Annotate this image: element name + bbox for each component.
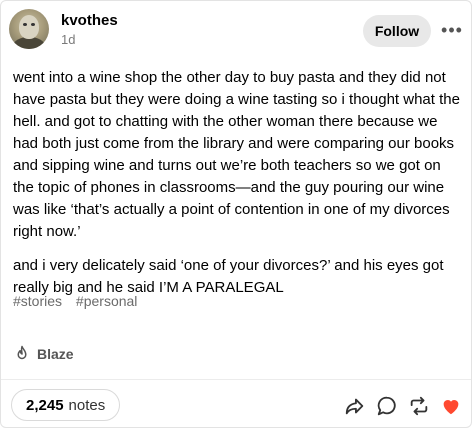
- avatar-eye-left: [23, 23, 27, 26]
- follow-button[interactable]: Follow: [363, 15, 431, 47]
- post-card: kvothes 1d Follow ••• went into a wine s…: [0, 0, 472, 428]
- avatar-face-shape: [19, 15, 39, 39]
- post-header: kvothes 1d Follow •••: [1, 1, 471, 59]
- reblog-icon-glyph: [410, 396, 428, 416]
- like-icon[interactable]: [439, 394, 463, 418]
- tag-link[interactable]: #personal: [76, 293, 138, 309]
- tag-link[interactable]: #stories: [13, 293, 62, 309]
- reply-icon[interactable]: [375, 394, 399, 418]
- avatar-eye-right: [31, 23, 35, 26]
- post-paragraph: went into a wine shop the other day to b…: [13, 69, 460, 240]
- flame-icon: [17, 345, 27, 360]
- share-icon[interactable]: [343, 394, 367, 418]
- like-icon-glyph: [443, 400, 459, 415]
- avatar[interactable]: [9, 9, 49, 49]
- notes-button[interactable]: 2,245 notes: [11, 389, 121, 421]
- reblog-icon[interactable]: [407, 394, 431, 418]
- notes-count: 2,245: [26, 396, 64, 414]
- share-icon-glyph: [345, 398, 364, 415]
- post-footer: 2,245 notes: [1, 379, 471, 430]
- reply-icon-glyph: [377, 396, 396, 416]
- notes-label: notes: [68, 396, 106, 414]
- blaze-label: Blaze: [37, 346, 74, 362]
- timestamp[interactable]: 1d: [61, 32, 75, 47]
- username[interactable]: kvothes: [61, 12, 118, 29]
- post-body: went into a wine shop the other day to b…: [13, 67, 465, 311]
- blaze-button[interactable]: Blaze: [13, 345, 74, 363]
- post-actions: [335, 394, 463, 418]
- more-options-icon[interactable]: •••: [439, 17, 465, 43]
- tag-list: #stories #personal: [13, 293, 147, 309]
